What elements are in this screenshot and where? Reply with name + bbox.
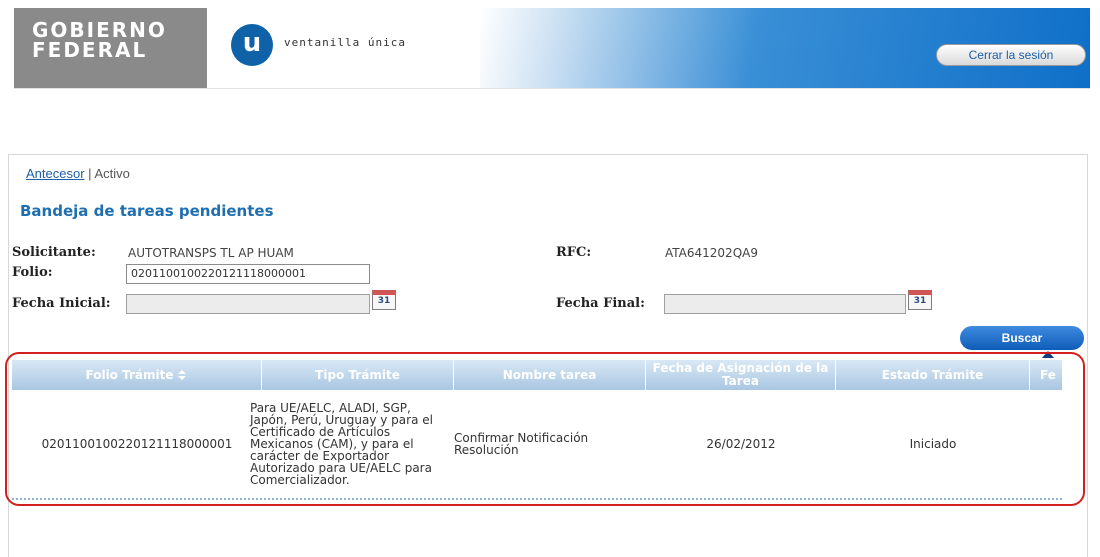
- gobierno-federal-logo: Gobierno Federal: [14, 8, 207, 88]
- col-folio-tramite-label: Folio Trámite: [85, 367, 174, 382]
- cell-tipo: Para UE/AELC, ALADI, SGP, Japón, Perú, U…: [250, 401, 433, 487]
- fecha-final-calendar-icon[interactable]: 31: [908, 290, 932, 310]
- logo-line-2: Federal: [32, 38, 148, 62]
- col-folio-tramite[interactable]: Folio Trámite: [12, 360, 262, 390]
- collapse-up-icon[interactable]: [1040, 348, 1056, 360]
- folio-input[interactable]: 0201100100220121118000001: [126, 264, 370, 284]
- fecha-final-label: Fecha Final:: [556, 296, 645, 311]
- fecha-final-input[interactable]: [664, 294, 906, 314]
- solicitante-value: AUTOTRANSPS TL AP HUAM: [128, 246, 294, 260]
- buscar-button[interactable]: Buscar: [960, 326, 1084, 350]
- cell-nombre: Confirmar Notificación Resolución: [454, 431, 589, 457]
- col-estado-tramite[interactable]: Estado Trámite: [836, 360, 1030, 390]
- folio-label: Folio:: [12, 265, 53, 280]
- rfc-value: ATA641202QA9: [665, 246, 758, 260]
- fecha-inicial-input[interactable]: [126, 294, 370, 314]
- col-fecha-asignacion[interactable]: Fecha de Asignación de la Tarea: [646, 360, 836, 390]
- ventanilla-unica-name: ventanilla única: [284, 36, 406, 49]
- table-row[interactable]: 0201100100220121118000001 Para UE/AELC, …: [12, 390, 1062, 500]
- col-fe[interactable]: Fe: [1030, 360, 1062, 390]
- col-nombre-tarea[interactable]: Nombre tarea: [454, 360, 646, 390]
- sort-icon[interactable]: [177, 369, 187, 381]
- rfc-label: RFC:: [556, 245, 592, 260]
- breadcrumb-separator: |: [88, 166, 92, 181]
- results-table: Folio Trámite Tipo Trámite Nombre tarea …: [12, 360, 1062, 500]
- col-tipo-tramite[interactable]: Tipo Trámite: [262, 360, 454, 390]
- cell-folio: 0201100100220121118000001: [41, 437, 233, 451]
- solicitante-label: Solicitante:: [12, 245, 96, 260]
- cell-estado: Iniciado: [909, 437, 957, 451]
- table-header: Folio Trámite Tipo Trámite Nombre tarea …: [12, 360, 1062, 390]
- app-header: Gobierno Federal u ventanilla única Cerr…: [0, 0, 1100, 88]
- fecha-inicial-calendar-icon[interactable]: 31: [372, 290, 396, 310]
- breadcrumb: Antecesor | Activo: [26, 166, 130, 181]
- page-title: Bandeja de tareas pendientes: [20, 202, 274, 220]
- cell-fecha: 26/02/2012: [706, 437, 776, 451]
- ventanilla-unica-logo-icon: u: [231, 24, 273, 66]
- fecha-inicial-label: Fecha Inicial:: [12, 296, 111, 311]
- breadcrumb-current: Activo: [94, 166, 130, 181]
- header-divider: [14, 88, 1090, 89]
- breadcrumb-link-antecesor[interactable]: Antecesor: [26, 166, 85, 181]
- logout-button[interactable]: Cerrar la sesión: [936, 44, 1086, 66]
